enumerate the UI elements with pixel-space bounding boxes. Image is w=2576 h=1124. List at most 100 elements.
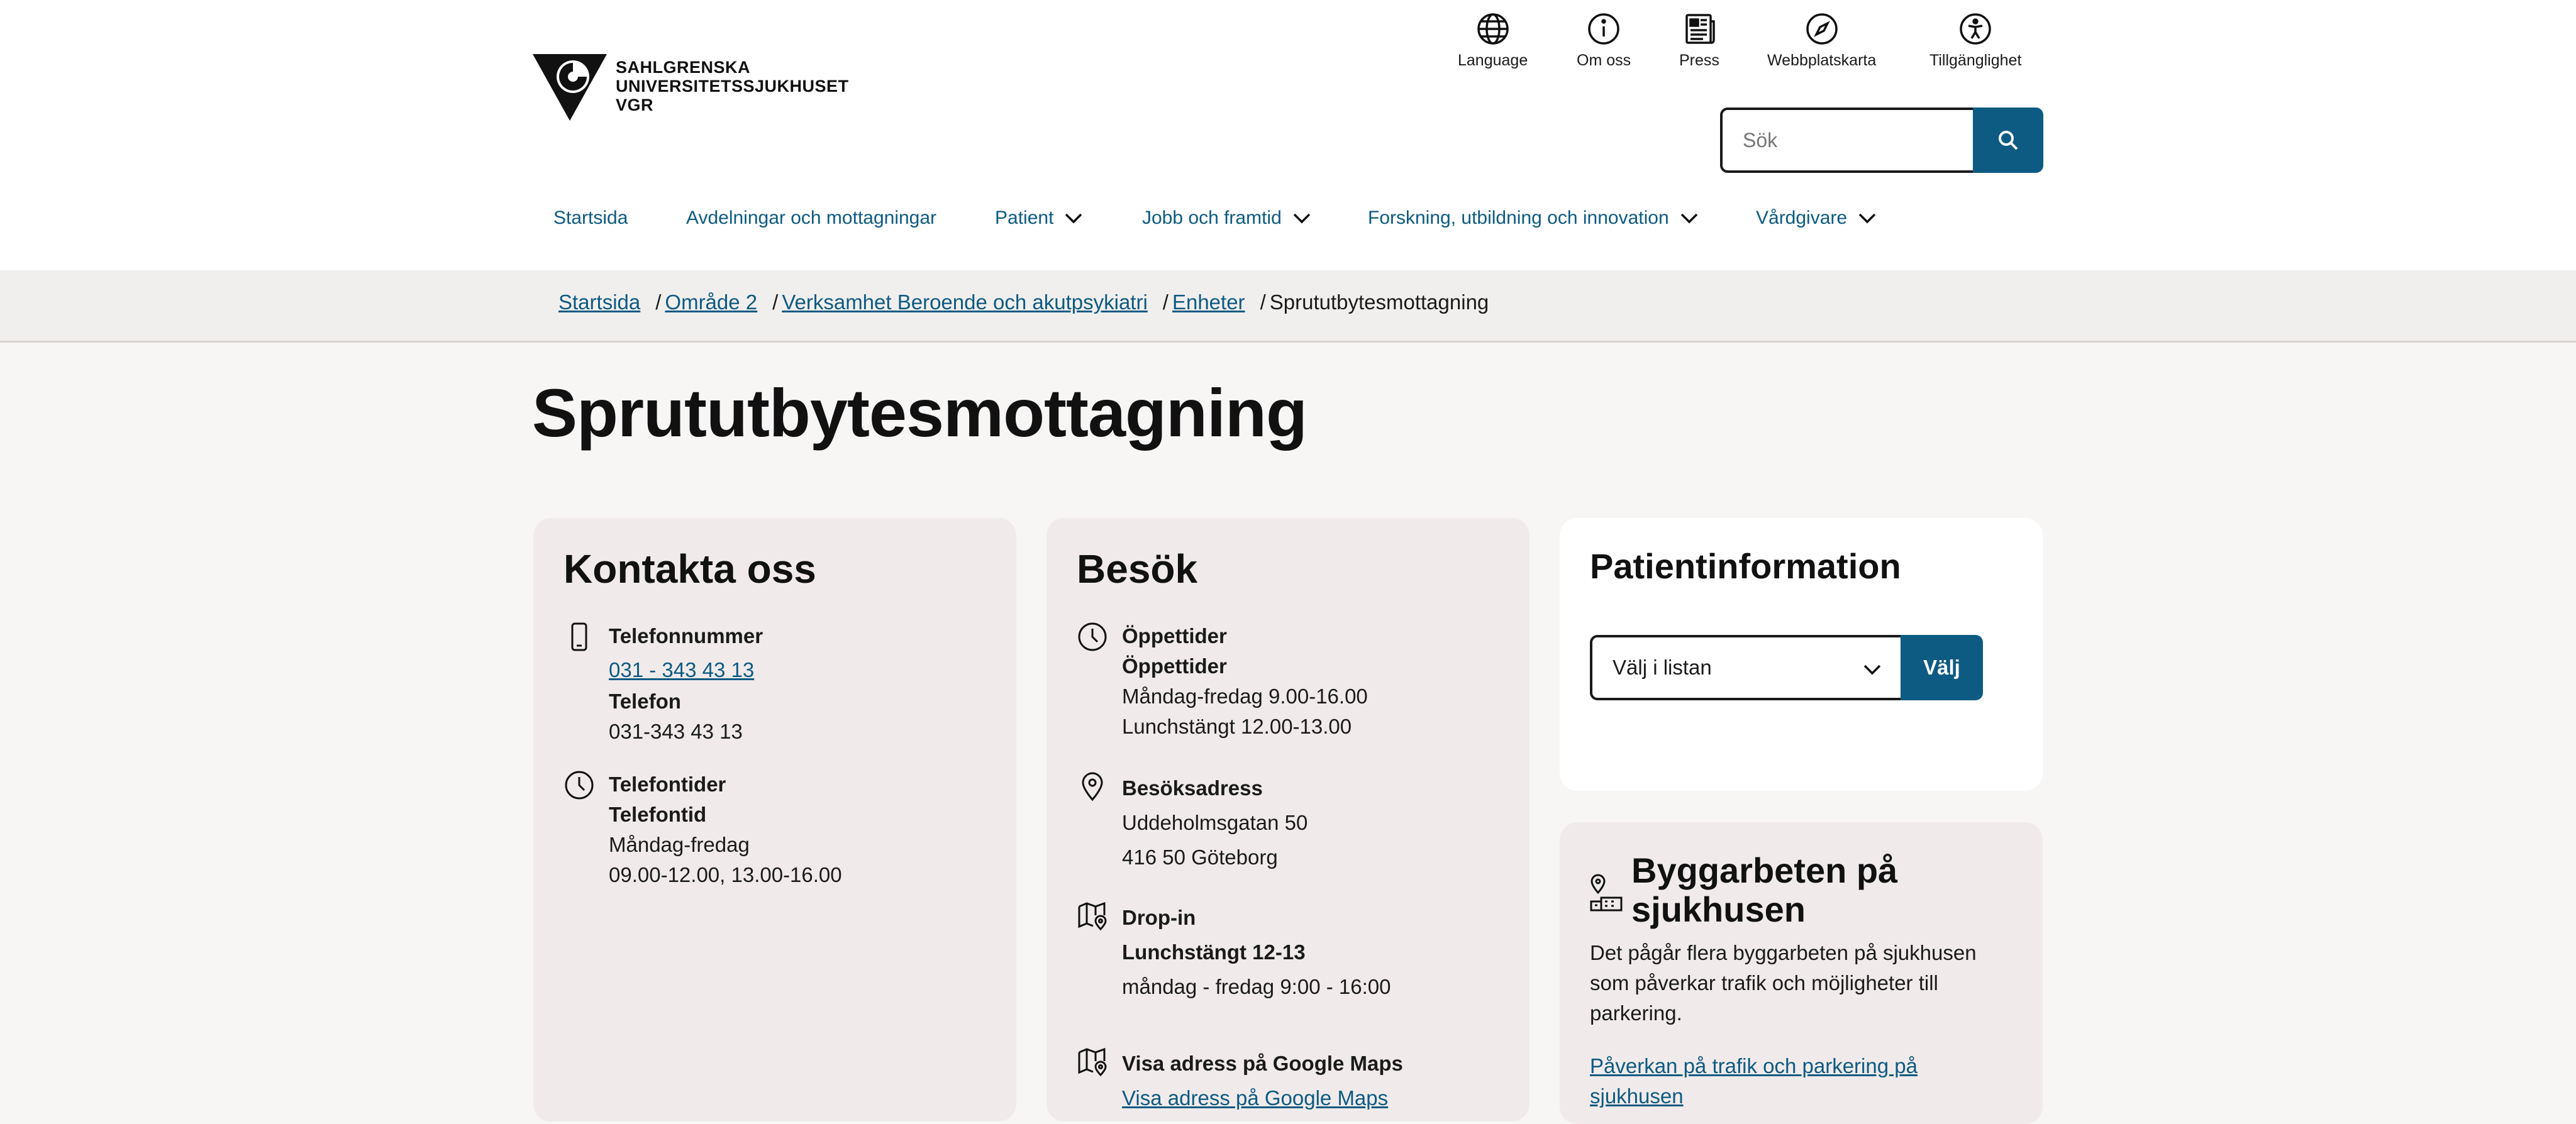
phone-hours-line-1: Måndag-fredag (609, 833, 750, 856)
logo-line-3: VGR (616, 96, 654, 114)
breadcrumb-link-verksamhet[interactable]: Verksamhet Beroende och akutpsykiatri (782, 290, 1147, 314)
address-block: Besöksadress Uddeholmsgatan 50 416 50 Gö… (1077, 771, 1307, 874)
accessibility-icon (1960, 13, 1991, 45)
phone-label: Telefonnummer (609, 624, 763, 647)
breadcrumb-separator: / (655, 290, 662, 314)
breadcrumb-separator: / (1162, 290, 1169, 314)
phone-hours-label: Telefontider (609, 773, 726, 796)
address-line-2: 416 50 Göteborg (1122, 846, 1278, 869)
map-pin-icon (1078, 901, 1107, 931)
nav-label: Startsida (553, 207, 628, 228)
about-label: Om oss (1577, 52, 1631, 69)
page-title: Sprututbytesmottagning (532, 375, 1307, 451)
opening-hours-sub-label: Öppettider (1122, 654, 1227, 678)
logo-line-2: UNIVERSITETSSJUKHUSET (616, 77, 849, 96)
search-input[interactable] (1720, 107, 1974, 173)
language-link[interactable]: Language (1458, 11, 1528, 70)
opening-hours-label: Öppettider (1122, 624, 1227, 647)
chevron-down-icon (1293, 213, 1311, 224)
address-line-1: Uddeholmsgatan 50 (1122, 811, 1308, 834)
breadcrumb-separator: / (1260, 290, 1266, 314)
nav-label: Avdelningar och mottagningar (686, 207, 937, 228)
patient-info-form: Välj i listan Välj (1590, 635, 1983, 700)
nav-item-patient[interactable]: Patient (995, 207, 1084, 229)
chevron-down-icon (1065, 213, 1082, 224)
about-link[interactable]: Om oss (1577, 11, 1631, 70)
language-label: Language (1458, 52, 1528, 69)
logo[interactable]: SAHLGRENSKA UNIVERSITETSSJUKHUSET VGR (533, 54, 849, 121)
contact-card: Kontakta oss Telefonnummer 031 - 343 43 … (533, 518, 1016, 1121)
accessibility-link[interactable]: Tillgänglighet (1929, 11, 2021, 70)
sitemap-label: Webbplatskarta (1767, 52, 1877, 69)
visit-heading: Besök (1077, 546, 1198, 592)
sitemap-link[interactable]: Webbplatskarta (1767, 11, 1876, 70)
nav-item-avdelningar[interactable]: Avdelningar och mottagningar (686, 207, 936, 229)
select-submit-button[interactable]: Välj (1901, 635, 1983, 700)
search-form (1720, 107, 2043, 173)
nav-item-forskning[interactable]: Forskning, utbildning och innovation (1368, 207, 1699, 229)
logo-line-1: SAHLGRENSKA (616, 58, 751, 77)
dropin-label: Drop-in (1122, 906, 1196, 929)
phone-value: 031-343 43 13 (609, 720, 743, 743)
breadcrumb-current: Sprututbytesmottagning (1269, 290, 1489, 314)
map-pin-icon (1078, 1047, 1107, 1077)
site-header: SAHLGRENSKA UNIVERSITETSSJUKHUSET VGR La… (0, 0, 2576, 272)
nav-item-startsida[interactable]: Startsida (553, 207, 628, 229)
info-icon (1588, 13, 1619, 45)
location-pin-icon (1082, 772, 1103, 802)
phone-hours-block: Telefontider Telefontid Måndag-fredag 09… (564, 769, 842, 890)
construction-link[interactable]: Påverkan på trafik och parkering på sjuk… (1590, 1051, 2005, 1111)
main-nav: Startsida Avdelningar och mottagningar P… (0, 207, 2576, 245)
nav-label: Jobb och framtid (1142, 207, 1282, 228)
chevron-down-icon (1858, 213, 1876, 224)
accessibility-label: Tillgänglighet (1929, 52, 2022, 69)
sahlgrenska-logo-icon (533, 54, 607, 121)
contact-heading: Kontakta oss (564, 546, 816, 592)
phone-block: Telefonnummer 031 - 343 43 13 Telefon 03… (564, 621, 763, 747)
construction-body: Det pågår flera byggarbeten på sjukhusen… (1590, 941, 1977, 1025)
dropin-sub-label: Lunchstängt 12-13 (1122, 940, 1306, 964)
press-link[interactable]: Press (1679, 11, 1719, 70)
breadcrumb-separator: / (772, 290, 779, 314)
construction-heading: Byggarbeten på sjukhusen (1631, 851, 1898, 929)
nav-item-jobb[interactable]: Jobb och framtid (1142, 207, 1312, 229)
google-maps-label: Visa adress på Google Maps (1122, 1052, 1403, 1075)
clock-icon (1078, 622, 1107, 651)
patient-info-heading: Patientinformation (1590, 546, 1901, 586)
breadcrumb-link-enheter[interactable]: Enheter (1172, 290, 1245, 314)
mobile-phone-icon (571, 622, 587, 651)
clock-icon (565, 771, 594, 800)
visit-card: Besök Öppettider Öppettider Måndag-freda… (1046, 518, 1530, 1121)
nav-label: Patient (995, 207, 1054, 228)
logo-text: SAHLGRENSKA UNIVERSITETSSJUKHUSET VGR (616, 58, 849, 114)
google-maps-block: Visa adress på Google Maps Visa adress p… (1077, 1046, 1403, 1115)
search-button[interactable] (1973, 107, 2043, 173)
phone-sub-label: Telefon (609, 690, 681, 713)
breadcrumb: Startsida / Område 2 / Verksamhet Beroen… (558, 290, 1489, 314)
newspaper-icon (1685, 14, 1715, 44)
breadcrumb-link-omrade[interactable]: Område 2 (665, 290, 757, 314)
phone-hours-sub-label: Telefontid (609, 803, 707, 826)
hospital-construction-icon (1590, 874, 1623, 912)
compass-icon (1806, 13, 1838, 45)
dropin-hours: måndag - fredag 9:00 - 16:00 (1122, 975, 1391, 998)
chevron-down-icon (1680, 213, 1697, 224)
google-maps-link[interactable]: Visa adress på Google Maps (1122, 1086, 1388, 1110)
breadcrumb-link-startsida[interactable]: Startsida (558, 290, 640, 314)
construction-card: Byggarbeten på sjukhusen Det pågår flera… (1560, 822, 2043, 1124)
select-value: Välj i listan (1613, 656, 1712, 679)
nav-label: Forskning, utbildning och innovation (1368, 207, 1669, 228)
opening-hours-block: Öppettider Öppettider Måndag-fredag 9.00… (1077, 621, 1368, 742)
press-label: Press (1679, 52, 1719, 69)
nav-label: Vårdgivare (1756, 207, 1848, 228)
address-label: Besöksadress (1122, 776, 1263, 800)
dropin-block: Drop-in Lunchstängt 12-13 måndag - freda… (1077, 900, 1391, 1004)
opening-hours-line-1: Måndag-fredag 9.00-16.00 (1122, 685, 1368, 708)
chevron-down-icon (1863, 664, 1881, 675)
opening-hours-line-2: Lunchstängt 12.00-13.00 (1122, 715, 1352, 738)
phone-link[interactable]: 031 - 343 43 13 (609, 655, 763, 685)
phone-hours-line-2: 09.00-12.00, 13.00-16.00 (609, 863, 842, 886)
nav-item-vardgivare[interactable]: Vårdgivare (1756, 207, 1877, 229)
search-icon (1999, 131, 2018, 150)
patient-info-select[interactable]: Välj i listan (1590, 635, 1903, 700)
